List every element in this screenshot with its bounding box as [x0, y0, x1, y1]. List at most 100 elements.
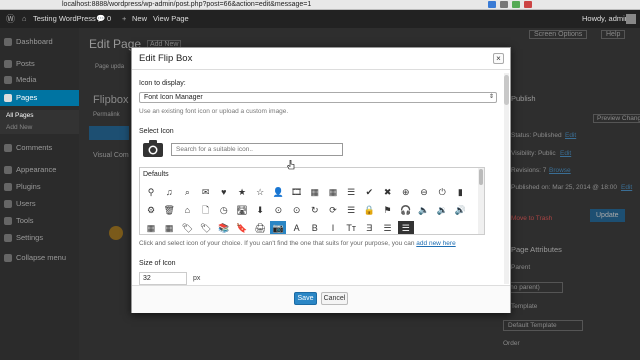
update-button[interactable]: Update	[590, 209, 625, 222]
site-name-link[interactable]: Testing WordPress	[33, 10, 96, 28]
icon-option[interactable]: I	[325, 221, 341, 234]
icon-option[interactable]: 🔊	[452, 203, 468, 218]
icon-option[interactable]: ⊖	[416, 185, 432, 200]
close-icon[interactable]: ×	[493, 53, 504, 64]
icon-option[interactable]: ⊕	[398, 185, 414, 200]
icon-option[interactable]: ⟳	[325, 203, 341, 218]
icon-option[interactable]: ✔	[361, 185, 377, 200]
icon-option[interactable]: ☰	[343, 203, 359, 218]
icon-option[interactable]: ⬇	[252, 203, 268, 218]
sidebar-subitem-add-new[interactable]: Add New	[0, 122, 79, 134]
screen-options-button[interactable]: Screen Options	[529, 30, 588, 39]
icon-option[interactable]: ⚲	[143, 185, 159, 200]
sidebar-item-users[interactable]: Users	[0, 196, 79, 212]
icon-option[interactable]: ⊙	[270, 203, 286, 218]
howdy-user-menu[interactable]: Howdy, admin	[582, 10, 629, 28]
sidebar-item-media[interactable]: Media	[0, 72, 79, 88]
sidebar-item-settings[interactable]: Settings	[0, 230, 79, 246]
dialog-scroll-thumb[interactable]	[504, 75, 509, 105]
icon-option[interactable]: ☆	[252, 185, 268, 200]
icon-option[interactable]: 🔒	[361, 203, 377, 218]
icon-box-scrollbar[interactable]	[478, 168, 484, 234]
help-button[interactable]: Help	[601, 30, 626, 39]
extension-icon[interactable]	[512, 1, 520, 8]
sidebar-item-pages[interactable]: Pages	[0, 90, 79, 106]
icon-option[interactable]: 📚	[216, 221, 232, 234]
preview-changes-button[interactable]: Preview Changes	[593, 114, 640, 123]
icon-option[interactable]: 👤	[270, 185, 286, 200]
save-button[interactable]: Save	[294, 292, 317, 305]
icon-option[interactable]: ★	[234, 185, 250, 200]
address-bar[interactable]: localhost:8888/wordpress/wp-admin/post.p…	[62, 0, 311, 9]
view-page-link[interactable]: View Page	[153, 10, 189, 28]
move-to-trash-link[interactable]: Move to Trash	[511, 215, 552, 222]
icon-option[interactable]: B	[307, 221, 323, 234]
sidebar-item-collapse[interactable]: Collapse menu	[0, 250, 79, 266]
visibility-edit-link[interactable]: Edit	[560, 150, 571, 157]
sidebar-subitem-all-pages[interactable]: All Pages	[0, 110, 79, 122]
new-content-link[interactable]: New	[132, 10, 147, 28]
icon-option[interactable]: 🎧	[398, 203, 414, 218]
icon-option[interactable]: 🖨	[252, 221, 268, 234]
icon-option[interactable]: ♥	[216, 185, 232, 200]
icon-option[interactable]: A	[289, 221, 305, 234]
icon-option[interactable]: ▦	[161, 221, 177, 234]
icon-option[interactable]: ⏻	[434, 185, 450, 200]
icon-option[interactable]: 🗑	[161, 203, 177, 218]
published-on-edit-link[interactable]: Edit	[621, 184, 632, 191]
wordpress-logo-icon[interactable]: Ⓦ	[6, 10, 15, 28]
sidebar-item-comments[interactable]: Comments	[0, 140, 79, 156]
sidebar-item-appearance[interactable]: Appearance	[0, 162, 79, 178]
icon-option[interactable]: ▮	[452, 185, 468, 200]
extension-icon[interactable]	[524, 1, 532, 8]
icon-option[interactable]: ☰	[343, 185, 359, 200]
icon-option[interactable]: ♫	[161, 185, 177, 200]
icon-option[interactable]: ⚙	[143, 203, 159, 218]
icon-option[interactable]: 🛣	[234, 203, 250, 218]
cancel-button[interactable]: Cancel	[321, 292, 348, 305]
sidebar-item-plugins[interactable]: Plugins	[0, 179, 79, 195]
sidebar-item-dashboard[interactable]: Dashboard	[0, 34, 79, 50]
icon-option[interactable]: 🔖	[234, 221, 250, 234]
icon-option[interactable]: ▦	[307, 185, 323, 200]
avatar[interactable]	[626, 14, 636, 24]
icon-option[interactable]: ☰	[397, 221, 414, 234]
icon-option[interactable]: Tт	[343, 221, 359, 234]
comments-count[interactable]: 0	[107, 10, 111, 28]
icon-option[interactable]: ☰	[380, 221, 396, 234]
extension-icon[interactable]	[488, 1, 496, 8]
revisions-browse-link[interactable]: Browse	[549, 167, 571, 174]
extension-icon[interactable]	[500, 1, 508, 8]
icon-option[interactable]: ⌕	[179, 185, 195, 200]
dialog-scrollbar[interactable]	[504, 73, 509, 284]
icon-option[interactable]: 📷	[270, 221, 287, 234]
icon-option[interactable]: ⚑	[380, 203, 396, 218]
icon-option[interactable]: ⊙	[289, 203, 305, 218]
icon-option[interactable]: ▦	[143, 221, 159, 234]
icon-option[interactable]: 🏷	[198, 221, 214, 234]
post-title-field[interactable]: Flipbox	[93, 94, 128, 106]
icon-option[interactable]: ▦	[325, 185, 341, 200]
icon-option[interactable]: ✉	[198, 185, 214, 200]
classic-mode-button[interactable]	[89, 126, 129, 140]
icon-option[interactable]: ◷	[216, 203, 232, 218]
icon-option[interactable]: ✖	[380, 185, 396, 200]
parent-select[interactable]: (no parent)	[503, 282, 563, 293]
status-edit-link[interactable]: Edit	[565, 132, 576, 139]
icon-option[interactable]: 🗋	[198, 203, 214, 218]
icon-option[interactable]: 🎞	[289, 185, 305, 200]
icon-type-select[interactable]: Font Icon Manager ⇕	[139, 92, 497, 103]
icon-option[interactable]: 🏷	[179, 221, 195, 234]
icon-option[interactable]: ↻	[307, 203, 323, 218]
sidebar-item-tools[interactable]: Tools	[0, 213, 79, 229]
icon-size-input[interactable]: 32	[139, 272, 187, 285]
template-select[interactable]: Default Template	[503, 320, 583, 331]
add-new-icon-link[interactable]: add new here	[416, 240, 455, 247]
icon-box-scroll-thumb[interactable]	[479, 169, 483, 185]
icon-option[interactable]: ⌂	[179, 203, 195, 218]
icon-option[interactable]: 🔉	[434, 203, 450, 218]
icon-search-input[interactable]	[171, 143, 343, 156]
icon-option[interactable]: Ǝ	[361, 221, 377, 234]
icon-option[interactable]: 🔈	[416, 203, 432, 218]
sidebar-item-posts[interactable]: Posts	[0, 56, 79, 72]
